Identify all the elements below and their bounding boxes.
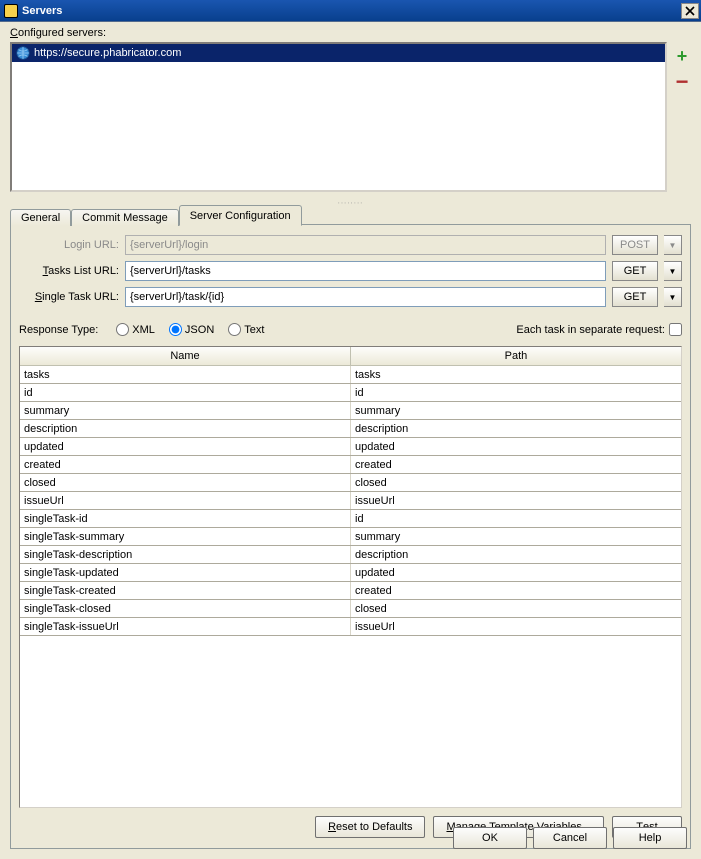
table-row[interactable]: singleTask-idid — [20, 510, 681, 528]
globe-icon — [16, 46, 30, 60]
tasks-url-input[interactable] — [125, 261, 606, 281]
cell-name[interactable]: tasks — [20, 366, 351, 384]
response-type-label: Response Type: — [19, 324, 98, 336]
cell-name[interactable]: created — [20, 456, 351, 474]
configured-servers-label: Configured servers: — [10, 27, 691, 39]
response-type-xml[interactable]: XML — [116, 323, 155, 336]
single-url-input[interactable] — [125, 287, 606, 307]
single-url-row: Single Task URL: GET ▼ — [19, 287, 682, 307]
add-server-button[interactable]: + — [673, 46, 691, 67]
cell-path[interactable]: created — [351, 582, 682, 600]
response-type-json[interactable]: JSON — [169, 323, 214, 336]
table-row[interactable]: taskstasks — [20, 366, 681, 384]
tab-pane-server-configuration: Login URL: POST ▼ Tasks List URL: GET ▼ … — [10, 224, 691, 849]
close-icon — [685, 6, 695, 16]
login-method-button: POST — [612, 235, 658, 255]
cell-path[interactable]: issueUrl — [351, 492, 682, 510]
cancel-button[interactable]: Cancel — [533, 827, 607, 849]
server-url-text: https://secure.phabricator.com — [34, 47, 181, 59]
cell-name[interactable]: summary — [20, 402, 351, 420]
tasks-method-button[interactable]: GET — [612, 261, 658, 281]
remove-server-button[interactable]: − — [673, 77, 691, 87]
tasks-url-row: Tasks List URL: GET ▼ — [19, 261, 682, 281]
help-button[interactable]: Help — [613, 827, 687, 849]
cell-path[interactable]: summary — [351, 402, 682, 420]
table-row[interactable]: updatedupdated — [20, 438, 681, 456]
close-button[interactable] — [681, 3, 699, 19]
cell-path[interactable]: issueUrl — [351, 618, 682, 636]
cell-path[interactable]: tasks — [351, 366, 682, 384]
cell-path[interactable]: description — [351, 546, 682, 564]
cell-name[interactable]: singleTask-issueUrl — [20, 618, 351, 636]
cell-name[interactable]: singleTask-updated — [20, 564, 351, 582]
cell-name[interactable]: singleTask-description — [20, 546, 351, 564]
cell-path[interactable]: description — [351, 420, 682, 438]
cell-name[interactable]: singleTask-summary — [20, 528, 351, 546]
cell-path[interactable]: updated — [351, 438, 682, 456]
cell-name[interactable]: issueUrl — [20, 492, 351, 510]
cell-path[interactable]: closed — [351, 474, 682, 492]
login-url-label: Login URL: — [19, 239, 119, 251]
tab-strip: General Commit Message Server Configurat… — [10, 204, 691, 225]
tasks-url-label: Tasks List URL: — [19, 265, 119, 277]
table-row[interactable]: singleTask-issueUrlissueUrl — [20, 618, 681, 636]
login-url-input — [125, 235, 606, 255]
table-row[interactable]: singleTask-createdcreated — [20, 582, 681, 600]
table-row[interactable]: singleTask-descriptiondescription — [20, 546, 681, 564]
table-row[interactable]: createdcreated — [20, 456, 681, 474]
tab-commit-message[interactable]: Commit Message — [71, 209, 179, 226]
cell-name[interactable]: singleTask-id — [20, 510, 351, 528]
table-row[interactable]: closedclosed — [20, 474, 681, 492]
window-title: Servers — [22, 5, 681, 17]
cell-name[interactable]: description — [20, 420, 351, 438]
server-list[interactable]: https://secure.phabricator.com — [10, 42, 667, 192]
table-row[interactable]: descriptiondescription — [20, 420, 681, 438]
titlebar: Servers — [0, 0, 701, 22]
single-method-button[interactable]: GET — [612, 287, 658, 307]
table-row[interactable]: singleTask-summarysummary — [20, 528, 681, 546]
table-row[interactable]: summarysummary — [20, 402, 681, 420]
login-method-dropdown: ▼ — [664, 235, 682, 255]
tasks-method-dropdown[interactable]: ▼ — [664, 261, 682, 281]
separate-request-label: Each task in separate request: — [516, 324, 665, 336]
grid-col-name[interactable]: Name — [20, 347, 351, 366]
cell-path[interactable]: id — [351, 510, 682, 528]
login-url-row: Login URL: POST ▼ — [19, 235, 682, 255]
response-type-group: XML JSON Text — [116, 323, 264, 336]
cell-name[interactable]: closed — [20, 474, 351, 492]
cell-name[interactable]: singleTask-closed — [20, 600, 351, 618]
cell-name[interactable]: singleTask-created — [20, 582, 351, 600]
grid-col-path[interactable]: Path — [351, 347, 682, 366]
table-row[interactable]: issueUrlissueUrl — [20, 492, 681, 510]
reset-defaults-button[interactable]: Reset to Defaults — [315, 816, 425, 838]
cell-path[interactable]: created — [351, 456, 682, 474]
cell-path[interactable]: closed — [351, 600, 682, 618]
single-url-label: Single Task URL: — [19, 291, 119, 303]
cell-path[interactable]: updated — [351, 564, 682, 582]
cell-path[interactable]: summary — [351, 528, 682, 546]
single-method-dropdown[interactable]: ▼ — [664, 287, 682, 307]
separate-request-checkbox[interactable] — [669, 323, 682, 336]
table-row[interactable]: singleTask-closedclosed — [20, 600, 681, 618]
tab-general[interactable]: General — [10, 209, 71, 226]
cell-name[interactable]: updated — [20, 438, 351, 456]
tab-server-configuration[interactable]: Server Configuration — [179, 205, 302, 226]
cell-path[interactable]: id — [351, 384, 682, 402]
app-icon — [4, 4, 18, 18]
mapping-grid[interactable]: Name Path taskstasksididsummarysummaryde… — [19, 346, 682, 808]
table-row[interactable]: singleTask-updatedupdated — [20, 564, 681, 582]
server-list-item[interactable]: https://secure.phabricator.com — [12, 44, 665, 62]
response-type-text[interactable]: Text — [228, 323, 264, 336]
cell-name[interactable]: id — [20, 384, 351, 402]
ok-button[interactable]: OK — [453, 827, 527, 849]
table-row[interactable]: idid — [20, 384, 681, 402]
